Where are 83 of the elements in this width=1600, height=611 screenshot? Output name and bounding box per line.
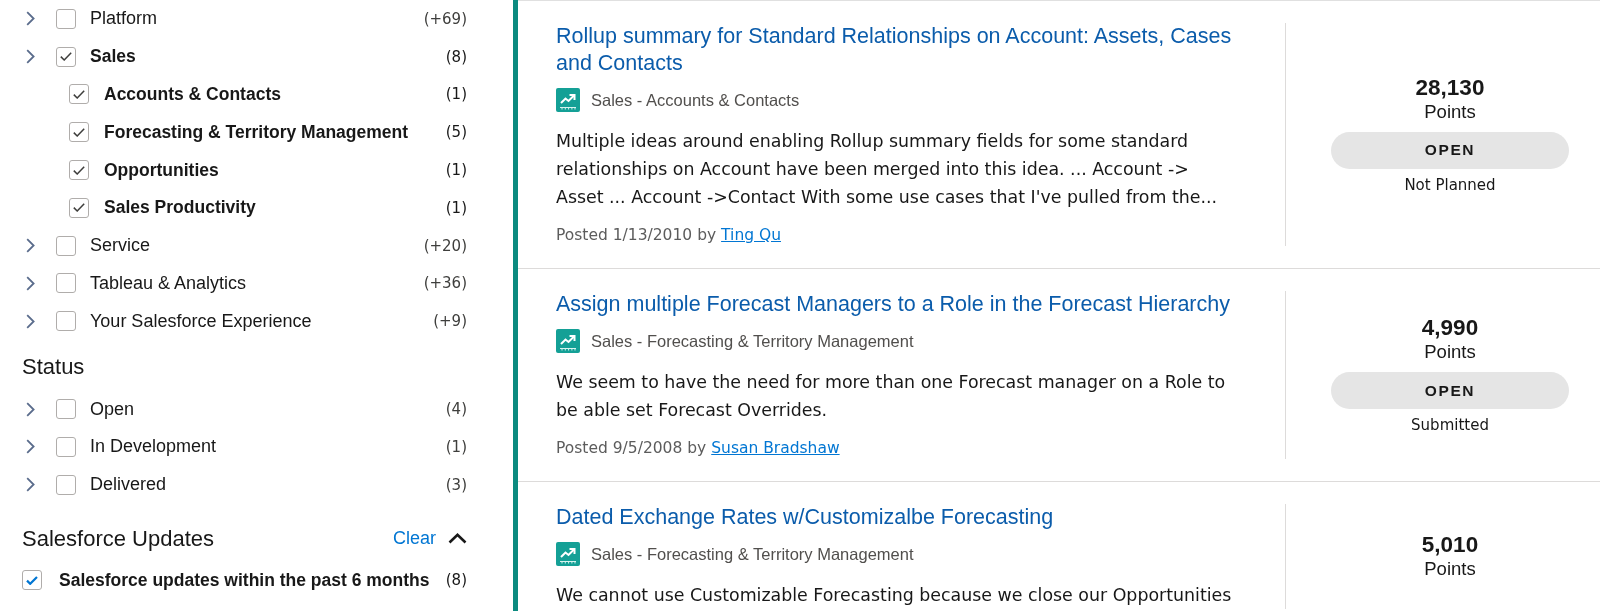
points-label: Points bbox=[1424, 340, 1476, 364]
filter-count: (+36) bbox=[423, 274, 467, 293]
filter-label: Sales bbox=[90, 46, 137, 68]
checkbox[interactable] bbox=[69, 160, 89, 181]
chevron-right-icon[interactable] bbox=[26, 477, 35, 493]
points-label: Points bbox=[1424, 557, 1476, 581]
check-icon bbox=[73, 203, 85, 213]
points-count: 4,990 bbox=[1421, 315, 1479, 340]
checkbox[interactable] bbox=[56, 311, 76, 332]
filter-count: (1) bbox=[445, 85, 467, 104]
filter-label: Service bbox=[90, 235, 152, 257]
checkbox[interactable] bbox=[56, 8, 76, 29]
checkbox[interactable] bbox=[69, 197, 89, 218]
filter-count: (8) bbox=[445, 47, 467, 66]
points-count: 5,010 bbox=[1421, 532, 1479, 557]
check-icon bbox=[73, 165, 85, 175]
category-label: Sales - Forecasting & Territory Management bbox=[591, 544, 914, 564]
check-icon bbox=[73, 90, 85, 99]
check-icon bbox=[73, 127, 85, 137]
checkbox[interactable] bbox=[69, 122, 89, 143]
chevron-right-icon[interactable] bbox=[26, 439, 35, 455]
check-icon bbox=[26, 575, 38, 585]
section-heading: Salesforce Updates bbox=[22, 524, 215, 553]
filter-count: (1) bbox=[445, 437, 467, 456]
filter-label: Delivered bbox=[90, 474, 168, 496]
trend-chart-icon bbox=[556, 329, 580, 353]
status-badge: OPEN bbox=[1331, 372, 1569, 409]
filter-label: Your Salesforce Experience bbox=[90, 310, 313, 332]
checkbox[interactable] bbox=[56, 235, 76, 256]
status-detail: Submitted bbox=[1411, 415, 1489, 435]
check-icon bbox=[60, 52, 72, 62]
filter-label: Salesforce updates within the past 6 months bbox=[59, 569, 431, 591]
posted-line: Posted 9/5/2008 by Susan Bradshaw bbox=[556, 438, 841, 459]
filter-label: Accounts & Contacts bbox=[104, 84, 282, 105]
filter-label: Forecasting & Territory Management bbox=[104, 121, 410, 143]
idea-description: Multiple ideas around enabling Rollup summary fields for some standard relationships on Account have been merged into this idea. ... Account -> Asset ... Account ->Contact With some use cases that I've pulled from the... bbox=[556, 130, 1219, 209]
idea-title-link[interactable]: Dated Exchange Rates w/Customizalbe Forecasting bbox=[556, 504, 1241, 531]
filter-count: (+20) bbox=[423, 236, 467, 255]
points-label: Points bbox=[1424, 99, 1476, 124]
filter-count: (4) bbox=[445, 400, 467, 419]
filter-count: (1) bbox=[445, 198, 467, 217]
chevron-up-icon[interactable] bbox=[448, 533, 467, 545]
filter-label: Sales Productivity bbox=[104, 197, 257, 219]
checkbox[interactable] bbox=[56, 399, 76, 420]
clear-link[interactable]: Clear bbox=[393, 528, 436, 550]
points-count: 28,130 bbox=[1415, 74, 1485, 100]
filter-count: (+9) bbox=[433, 312, 467, 331]
filter-label: Open bbox=[90, 398, 136, 420]
trend-chart-icon bbox=[556, 542, 580, 566]
posted-line: Posted 1/13/2010 by Ting Qu bbox=[556, 225, 782, 246]
category-label: Sales - Accounts & Contacts bbox=[591, 90, 800, 110]
checkbox[interactable] bbox=[69, 84, 89, 105]
checkbox[interactable] bbox=[56, 273, 76, 294]
category-label: Sales - Forecasting & Territory Management bbox=[591, 331, 914, 351]
chevron-right-icon[interactable] bbox=[26, 275, 35, 291]
idea-title-link[interactable]: Assign multiple Forecast Managers to a Role in the Forecast Hierarchy bbox=[556, 291, 1241, 318]
filter-label: Opportunities bbox=[104, 159, 220, 181]
author-link[interactable]: Ting Qu bbox=[721, 226, 781, 244]
section-heading: Status bbox=[22, 353, 86, 382]
filter-count: (+69) bbox=[423, 9, 467, 28]
idea-description: We seem to have the need for more than one Forecast manager on a Role to be able set Forecast Overrides. bbox=[556, 371, 1227, 422]
status-badge: OPEN bbox=[1331, 131, 1569, 169]
filter-count: (5) bbox=[445, 123, 467, 142]
checkbox[interactable] bbox=[22, 570, 42, 591]
idea-description: We cannot use Customizable Forecasting because we close our Opportunities bbox=[556, 584, 1233, 607]
status-detail: Not Planned bbox=[1404, 174, 1496, 195]
chevron-right-icon[interactable] bbox=[26, 11, 35, 27]
filter-count: (3) bbox=[445, 475, 467, 494]
author-link[interactable]: Susan Bradshaw bbox=[711, 439, 840, 457]
trend-chart-icon bbox=[556, 88, 580, 112]
filter-label: Tableau & Analytics bbox=[90, 272, 248, 294]
chevron-right-icon[interactable] bbox=[26, 238, 35, 254]
checkbox[interactable] bbox=[56, 474, 76, 495]
chevron-right-icon[interactable] bbox=[26, 49, 35, 65]
idea-title-link[interactable]: Rollup summary for Standard Relationships on Account: Assets, Cases and Contacts bbox=[556, 23, 1241, 77]
filter-label: Platform bbox=[90, 8, 159, 30]
checkbox[interactable] bbox=[56, 436, 76, 457]
checkbox[interactable] bbox=[56, 46, 76, 67]
chevron-right-icon[interactable] bbox=[26, 313, 35, 329]
chevron-right-icon[interactable] bbox=[26, 401, 35, 417]
filter-count: (8) bbox=[445, 571, 467, 590]
filter-label: In Development bbox=[90, 436, 218, 458]
filter-count: (1) bbox=[445, 161, 467, 180]
